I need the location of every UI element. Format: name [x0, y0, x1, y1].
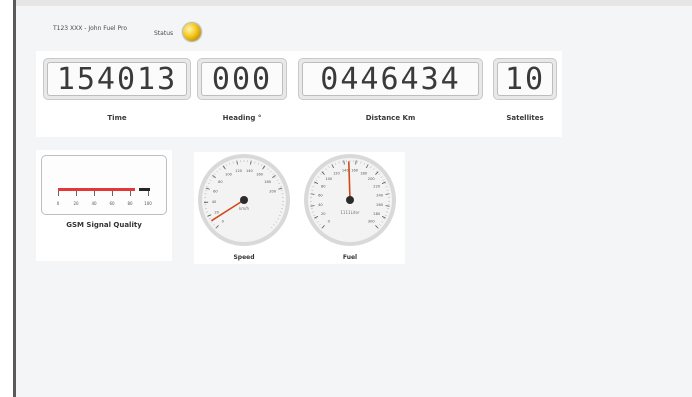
gauge-tick-label: 160: [351, 169, 359, 173]
time-label: Time: [107, 114, 127, 122]
gauge-tick-label: 200: [368, 177, 376, 181]
gsm-signal-panel: 0 20 40 60 80 100 GSM Signal Quality: [36, 150, 172, 261]
gauge-tick-label: 120: [333, 172, 341, 176]
speed-label: Speed: [233, 254, 255, 261]
distance-display: 0446434: [302, 62, 479, 96]
status-label: Status: [154, 30, 174, 37]
gsm-tick: [76, 191, 77, 196]
fuel-label: Fuel: [342, 254, 358, 261]
speed-needle-hub: [240, 196, 248, 204]
gauge-panel: 0 20 40 60 80 100 120 140 160 180 200 km/h Speed 0…: [194, 152, 405, 264]
gauge-tick-label: 120: [235, 169, 243, 173]
gsm-tick-label: 0: [56, 201, 60, 206]
gauge-tick-label: 160: [256, 173, 264, 177]
gauge-tick-label: 180: [360, 172, 368, 176]
gauge-tick-label: 240: [376, 194, 384, 198]
readout-panel: 154013 Time 000 Heading ° 0446434 Distan…: [36, 51, 562, 137]
gauge-tick-label: 180: [264, 180, 272, 184]
fuel-gauge: 020406080100120140 1601802002202402602803…: [304, 154, 396, 246]
gauge-tick-label: 220: [373, 185, 381, 189]
gsm-signal-bar: [58, 188, 135, 191]
vehicle-title: T123 XXX - John Fuel Pro: [53, 25, 127, 32]
gauge-tick-label: 40: [318, 203, 323, 207]
gsm-tick-label: 60: [109, 201, 115, 206]
gauge-tick-label: 20: [214, 211, 219, 215]
fuel-needle-hub: [346, 196, 354, 204]
gsm-signal-meter: 0 20 40 60 80 100: [41, 155, 167, 215]
gauge-tick-label: 40: [212, 200, 217, 204]
heading-display: 000: [201, 62, 283, 96]
gauge-tick-label: 280: [373, 212, 381, 216]
gsm-signal-label: GSM Signal Quality: [66, 221, 142, 229]
gauge-tick-label: 100: [225, 173, 233, 177]
gsm-tick-label: 40: [91, 201, 97, 206]
gauge-tick-label: 80: [218, 180, 223, 184]
gsm-tick: [94, 191, 95, 196]
satellites-readout: 10: [493, 58, 557, 100]
gsm-tick: [58, 191, 59, 196]
heading-readout: 000: [197, 58, 287, 100]
speed-unit: km/h: [239, 206, 250, 211]
satellites-label: Satellites: [506, 114, 544, 122]
gauge-tick-label: 60: [213, 189, 218, 193]
gauge-tick-label: 20: [321, 212, 326, 216]
gsm-tick: [112, 191, 113, 196]
satellites-display: 10: [497, 62, 553, 96]
speed-gauge: 020406080100120 140160180200 km/h: [198, 154, 290, 246]
gauge-tick-label: 60: [318, 194, 323, 198]
time-display: 154013: [47, 62, 187, 96]
heading-label: Heading °: [222, 114, 262, 122]
distance-label: Distance Km: [365, 114, 416, 122]
gauge-tick-label: 100: [325, 177, 333, 181]
gsm-tick: [130, 191, 131, 196]
time-readout: 154013: [43, 58, 191, 100]
status-indicator-icon: [183, 23, 201, 41]
gauge-tick-label: 300: [368, 220, 376, 224]
gsm-tick-label: 80: [127, 201, 133, 206]
gsm-tick-label: 20: [73, 201, 79, 206]
gsm-tick: [148, 191, 149, 196]
fuel-unit: 1111Liter: [340, 210, 360, 215]
gauge-tick-label: 260: [376, 203, 384, 207]
gauge-tick-label: 140: [246, 169, 254, 173]
gsm-tick-label: 100: [144, 201, 152, 206]
distance-readout: 0446434: [298, 58, 483, 100]
window-left-border: [13, 0, 16, 397]
gauge-tick-label: 80: [321, 185, 326, 189]
gauge-tick-label: 200: [269, 189, 277, 193]
